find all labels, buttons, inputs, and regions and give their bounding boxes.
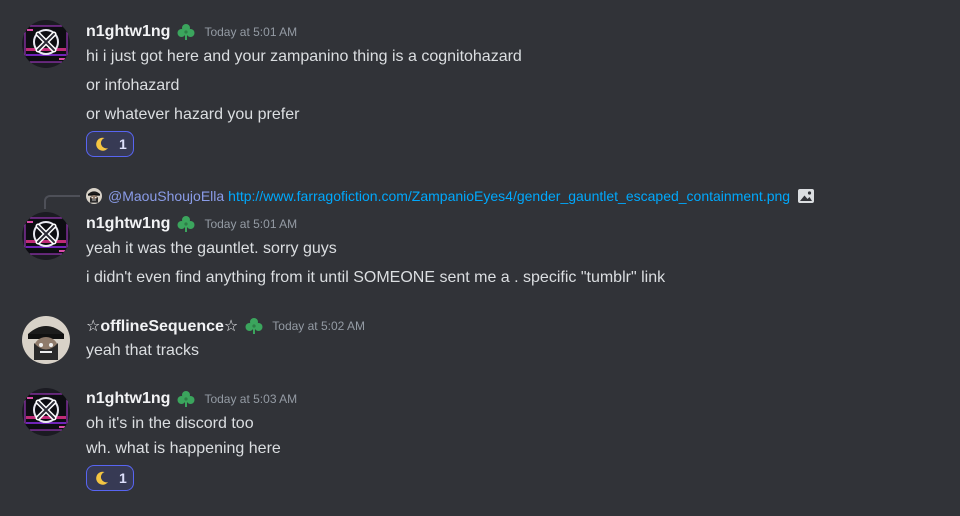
timestamp[interactable]: Today at 5:01 AM [204, 217, 297, 231]
message-header: n1ghtw1ng Today at 5:01 AM [86, 21, 297, 43]
reaction-count: 1 [119, 470, 127, 486]
message-header: n1ghtw1ng Today at 5:03 AM [86, 388, 297, 410]
clover-role-icon[interactable] [176, 22, 196, 42]
message-text: or whatever hazard you prefer [86, 106, 300, 123]
username[interactable]: n1ghtw1ng [86, 23, 170, 41]
reaction-button[interactable]: 1 [86, 131, 134, 157]
timestamp[interactable]: Today at 5:02 AM [272, 319, 365, 333]
avatar[interactable] [22, 388, 70, 436]
chat-messages: n1ghtw1ng Today at 5:01 AM hi i just got… [0, 0, 960, 516]
avatar[interactable] [22, 316, 70, 364]
reply-avatar-icon [86, 188, 102, 204]
clover-role-icon[interactable] [176, 214, 196, 234]
message-text: i didn't even find anything from it unti… [86, 269, 666, 286]
message-text: oh it's in the discord too [86, 415, 254, 432]
timestamp[interactable]: Today at 5:01 AM [204, 25, 297, 39]
timestamp[interactable]: Today at 5:03 AM [204, 392, 297, 406]
clover-role-icon[interactable] [176, 389, 196, 409]
username[interactable]: n1ghtw1ng [86, 215, 170, 233]
reply-avatar[interactable] [86, 188, 102, 204]
message-text: or infohazard [86, 77, 180, 94]
reaction-button[interactable]: 1 [86, 465, 134, 491]
reply-username[interactable]: @MaouShoujoElla [108, 188, 224, 204]
nightwing-avatar-icon [22, 212, 70, 260]
message-text: hi i just got here and your zampanino th… [86, 48, 522, 65]
crescent-moon-icon [94, 470, 110, 486]
avatar[interactable] [22, 212, 70, 260]
nightwing-avatar-icon [22, 388, 70, 436]
crescent-moon-icon [94, 136, 110, 152]
nightwing-avatar-icon [22, 20, 70, 68]
reaction-count: 1 [119, 136, 127, 152]
avatar[interactable] [22, 20, 70, 68]
message-header: n1ghtw1ng Today at 5:01 AM [86, 213, 297, 235]
username[interactable]: n1ghtw1ng [86, 390, 170, 408]
image-icon [796, 186, 816, 206]
reply-spine [44, 195, 80, 209]
message-header: ☆offlineSequence☆ Today at 5:02 AM [86, 315, 365, 337]
reply-preview[interactable]: @MaouShoujoElla http://www.farragofictio… [86, 185, 816, 207]
message-text: yeah that tracks [86, 342, 199, 359]
message-text: yeah it was the gauntlet. sorry guys [86, 240, 337, 257]
username[interactable]: ☆offlineSequence☆ [86, 316, 238, 336]
offlinesequence-avatar-icon [22, 316, 70, 364]
message-text: wh. what is happening here [86, 440, 281, 457]
reply-link[interactable]: http://www.farragofiction.com/ZampanioEy… [228, 188, 790, 204]
clover-role-icon[interactable] [244, 316, 264, 336]
